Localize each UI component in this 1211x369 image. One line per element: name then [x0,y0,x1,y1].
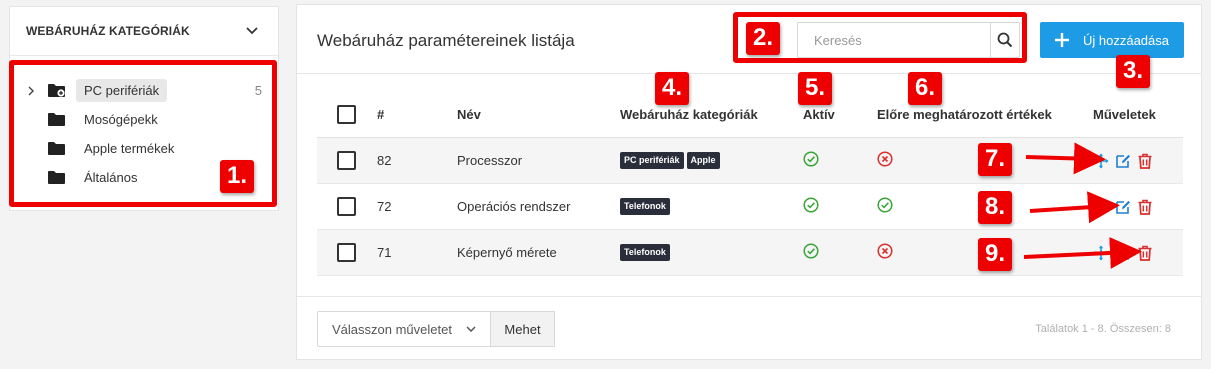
annotation-arrow [1023,236,1142,269]
annotation-arrow [1029,191,1120,224]
annotation-arrow [1025,142,1106,175]
annotation-arrows [1023,142,1142,269]
